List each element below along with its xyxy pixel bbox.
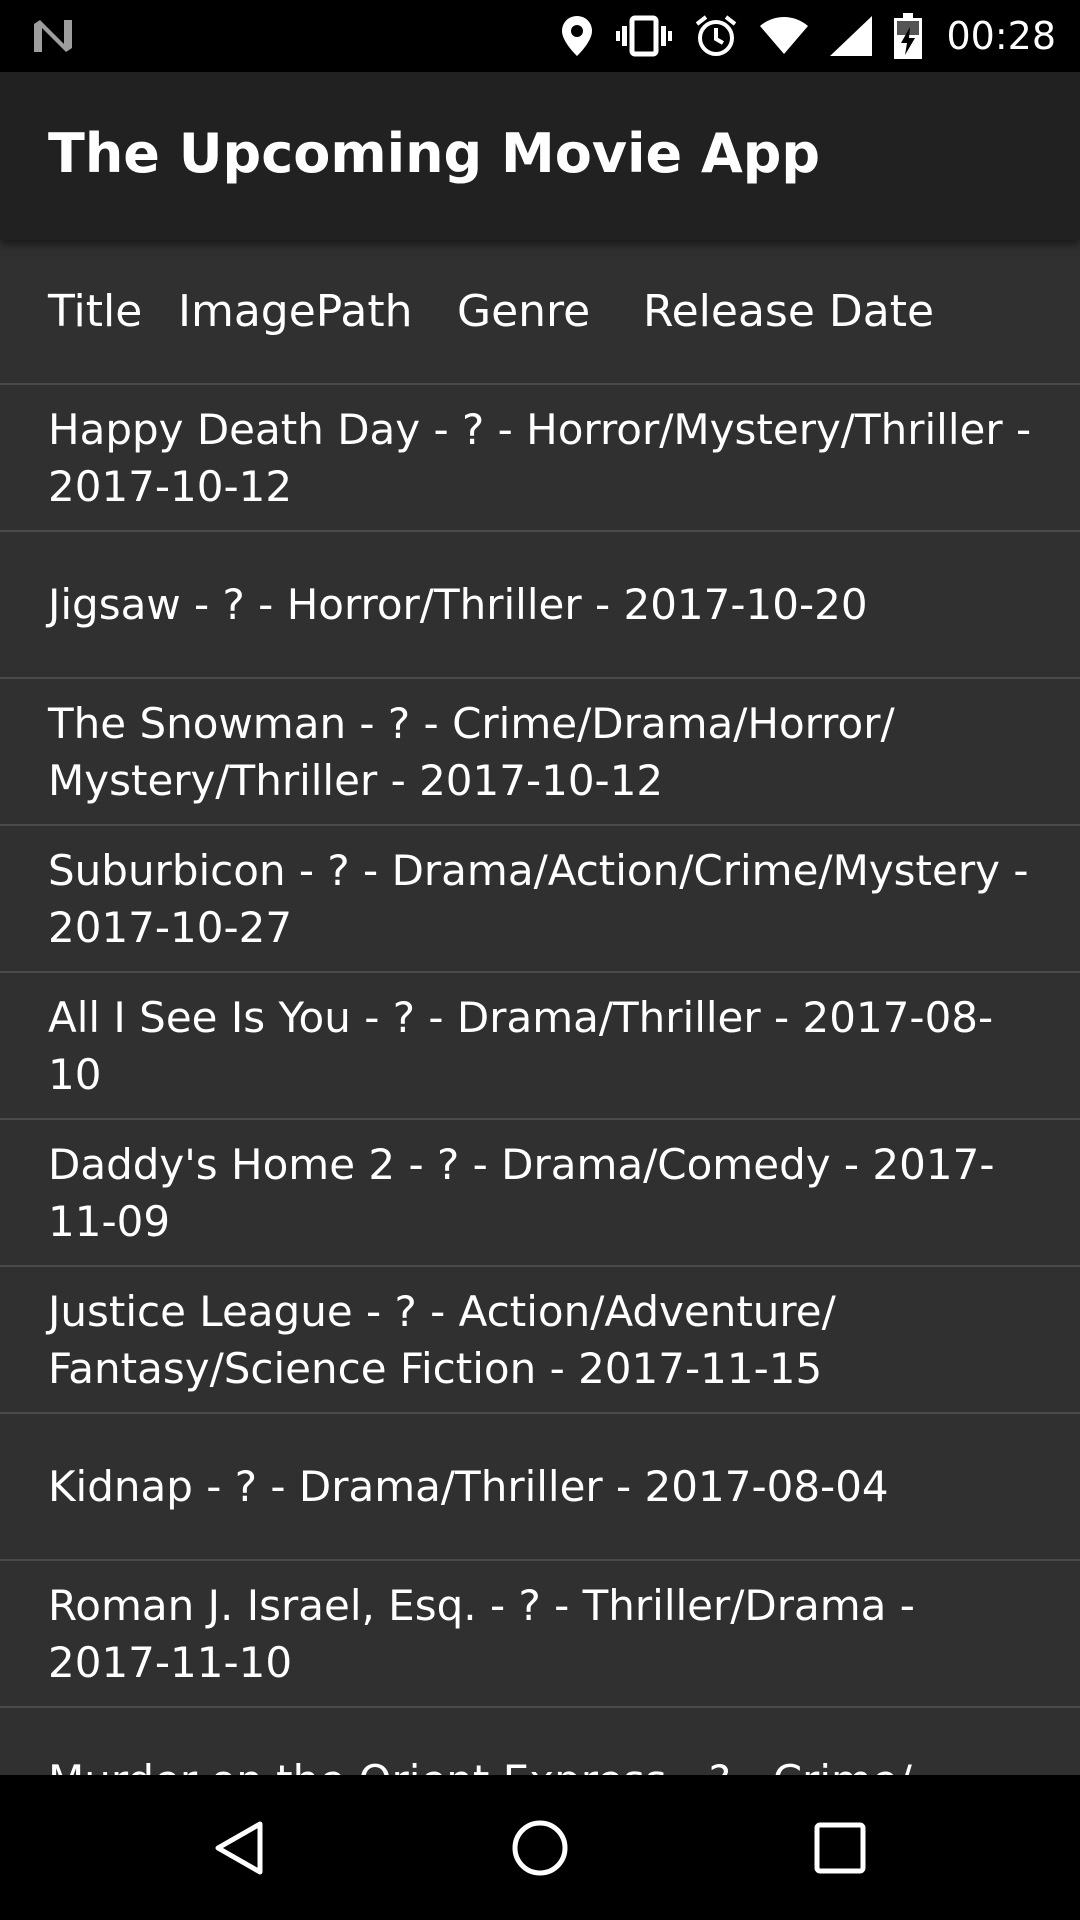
location-icon xyxy=(560,0,594,72)
status-bar: 00:28 xyxy=(0,0,1080,72)
alarm-icon xyxy=(694,0,738,72)
list-item[interactable]: Daddy's Home 2 - ? - Drama/Comedy - 2017… xyxy=(0,1120,1080,1267)
list-item-text: Suburbicon - ? - Drama/Action/Crime/Myst… xyxy=(48,845,1029,952)
list-item-text: The Snowman - ? - Crime/Drama/Horror/ My… xyxy=(48,698,895,805)
list-item[interactable]: Murder on the Orient Express - ? - Crime… xyxy=(0,1708,1080,1775)
list-item[interactable]: Jigsaw - ? - Horror/Thriller - 2017-10-2… xyxy=(0,532,1080,679)
header-imagepath: ImagePath xyxy=(178,286,413,337)
list-item-text: Roman J. Israel, Esq. - ? - Thriller/Dra… xyxy=(48,1580,915,1687)
list-item-text: Kidnap - ? - Drama/Thriller - 2017-08-04 xyxy=(48,1462,889,1511)
navigation-bar xyxy=(0,1775,1080,1920)
column-header-row: Title ImagePath Genre Release Date xyxy=(0,240,1080,385)
list-item[interactable]: All I See Is You - ? - Drama/Thriller - … xyxy=(0,973,1080,1120)
status-time: 00:28 xyxy=(946,14,1056,58)
home-button[interactable] xyxy=(450,1775,630,1920)
list-item-text: Daddy's Home 2 - ? - Drama/Comedy - 2017… xyxy=(48,1139,995,1246)
movie-list[interactable]: Happy Death Day - ? - Horror/Mystery/Thr… xyxy=(0,385,1080,1775)
app-title: The Upcoming Movie App xyxy=(48,122,821,185)
app-bar: The Upcoming Movie App xyxy=(0,72,1080,240)
home-icon xyxy=(512,1820,568,1875)
list-item-text: Jigsaw - ? - Horror/Thriller - 2017-10-2… xyxy=(48,580,868,629)
status-icons: 00:28 xyxy=(538,0,1056,72)
list-item-text: Murder on the Orient Express - ? - Crime… xyxy=(48,1752,1038,1775)
header-title: Title xyxy=(48,286,143,337)
list-item[interactable]: Suburbicon - ? - Drama/Action/Crime/Myst… xyxy=(0,826,1080,973)
list-item[interactable]: Kidnap - ? - Drama/Thriller - 2017-08-04 xyxy=(0,1414,1080,1561)
back-icon xyxy=(215,1821,263,1874)
list-item-text: Justice League - ? - Action/Adventure/ F… xyxy=(48,1286,836,1393)
list-item-text: Happy Death Day - ? - Horror/Mystery/Thr… xyxy=(48,404,1032,511)
vibrate-icon xyxy=(616,0,673,72)
battery-charging-icon xyxy=(894,0,923,72)
screen: 00:28 The Upcoming Movie App Title Image… xyxy=(0,0,1080,1920)
notification-n-icon xyxy=(30,16,76,56)
recents-button[interactable] xyxy=(750,1775,930,1920)
back-button[interactable] xyxy=(150,1775,330,1920)
list-item[interactable]: Happy Death Day - ? - Horror/Mystery/Thr… xyxy=(0,385,1080,532)
header-genre: Genre xyxy=(457,286,591,337)
header-release-date: Release Date xyxy=(643,286,935,337)
recents-icon xyxy=(814,1822,866,1873)
wifi-icon xyxy=(760,0,809,72)
list-item-text: All I See Is You - ? - Drama/Thriller - … xyxy=(48,992,994,1099)
list-item[interactable]: Roman J. Israel, Esq. - ? - Thriller/Dra… xyxy=(0,1561,1080,1708)
list-item[interactable]: The Snowman - ? - Crime/Drama/Horror/ My… xyxy=(0,679,1080,826)
signal-icon xyxy=(830,0,873,72)
list-item[interactable]: Justice League - ? - Action/Adventure/ F… xyxy=(0,1267,1080,1414)
